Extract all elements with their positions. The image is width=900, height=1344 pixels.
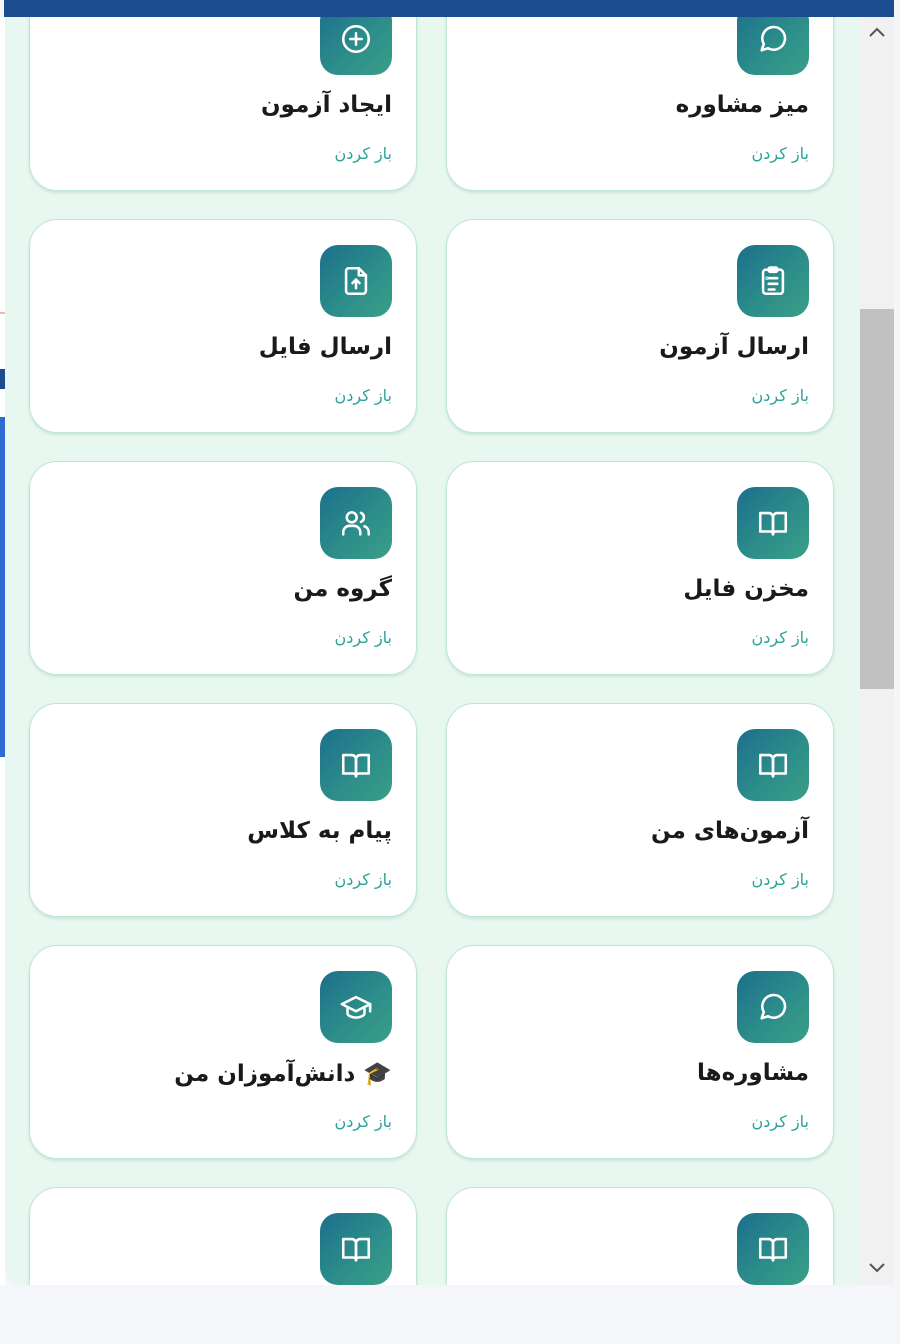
card-title: ایجاد آزمون xyxy=(261,92,392,118)
chat-bubble-icon xyxy=(737,17,809,75)
open-book-icon xyxy=(320,1213,392,1285)
card-title: 🎓 دانش‌آموزان من xyxy=(174,1061,392,1087)
dashboard-card[interactable]: میز مشاوره باز کردن xyxy=(446,17,834,191)
card-title: ارسال آزمون xyxy=(659,334,809,360)
users-icon xyxy=(320,487,392,559)
chevron-up-icon[interactable] xyxy=(860,17,894,47)
file-upload-icon xyxy=(320,245,392,317)
open-link[interactable]: باز کردن xyxy=(752,1112,809,1131)
card-title: آزمون‌های من xyxy=(650,818,809,844)
graduation-cap-icon xyxy=(320,971,392,1043)
dashboard-card[interactable]: مخزن فایل باز کردن xyxy=(446,461,834,675)
dashboard-card[interactable]: 🎓 دانش‌آموزان من باز کردن xyxy=(29,945,417,1159)
clipboard-list-icon xyxy=(737,245,809,317)
open-link[interactable]: باز کردن xyxy=(335,386,392,405)
card-title: گروه من xyxy=(293,576,392,602)
open-link[interactable]: باز کردن xyxy=(752,144,809,163)
open-book-icon xyxy=(737,487,809,559)
open-link[interactable]: باز کردن xyxy=(335,1112,392,1131)
vertical-scrollbar[interactable] xyxy=(860,17,894,1285)
scroll-thumb[interactable] xyxy=(860,309,894,689)
dashboard-panel: میز مشاوره باز کردن ایجاد آزمون باز کردن ارس… xyxy=(5,17,860,1285)
plus-circle-icon xyxy=(320,17,392,75)
open-book-icon xyxy=(320,729,392,801)
top-bar xyxy=(4,0,894,17)
card-title: ارسال فایل xyxy=(258,334,392,360)
open-book-icon xyxy=(737,1213,809,1285)
dashboard-card[interactable]: ارسال فایل باز کردن xyxy=(29,219,417,433)
dashboard-card[interactable] xyxy=(446,1187,834,1285)
open-link[interactable]: باز کردن xyxy=(335,628,392,647)
open-link[interactable]: باز کردن xyxy=(752,386,809,405)
dashboard-card[interactable] xyxy=(29,1187,417,1285)
dashboard-card[interactable]: مشاوره‌ها باز کردن xyxy=(446,945,834,1159)
open-book-icon xyxy=(737,729,809,801)
dashboard-card[interactable]: ارسال آزمون باز کردن xyxy=(446,219,834,433)
open-link[interactable]: باز کردن xyxy=(752,870,809,889)
card-title: پیام به کلاس xyxy=(247,818,392,844)
open-link[interactable]: باز کردن xyxy=(335,870,392,889)
card-title: مخزن فایل xyxy=(683,576,809,602)
dashboard-card[interactable]: آزمون‌های من باز کردن xyxy=(446,703,834,917)
open-link[interactable]: باز کردن xyxy=(752,628,809,647)
dashboard-card[interactable]: پیام به کلاس باز کردن xyxy=(29,703,417,917)
card-title: مشاوره‌ها xyxy=(697,1060,809,1086)
chevron-down-icon[interactable] xyxy=(860,1253,894,1283)
card-grid: میز مشاوره باز کردن ایجاد آزمون باز کردن ارس… xyxy=(5,17,860,1285)
open-link[interactable]: باز کردن xyxy=(335,144,392,163)
card-title: میز مشاوره xyxy=(675,92,809,118)
dashboard-card[interactable]: ایجاد آزمون باز کردن xyxy=(29,17,417,191)
dashboard-card[interactable]: گروه من باز کردن xyxy=(29,461,417,675)
chat-bubble-icon xyxy=(737,971,809,1043)
